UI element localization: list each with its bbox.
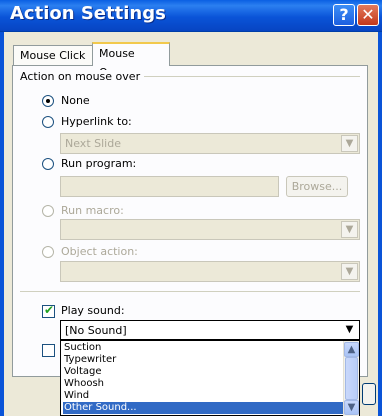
none-label: None [61, 94, 90, 107]
scroll-down-button[interactable]: ▼ [344, 400, 359, 415]
list-item[interactable]: Typewriter [63, 354, 343, 366]
list-item[interactable]: Whoosh [63, 378, 343, 390]
scroll-up-button[interactable]: ▲ [344, 342, 359, 357]
chevron-down-icon: ▼ [341, 322, 358, 339]
sound-select[interactable]: [No Sound] ▼ [60, 320, 360, 340]
hyperlink-label: Hyperlink to: [61, 115, 132, 128]
object-action-radio[interactable] [42, 246, 54, 258]
browse-button[interactable]: Browse... [286, 176, 348, 197]
list-item[interactable]: Wind [63, 390, 343, 402]
highlight-checkbox[interactable] [42, 344, 55, 357]
list-item-selected[interactable]: Other Sound... [63, 402, 343, 414]
window-border-right [378, 32, 382, 416]
object-action-select[interactable]: ▼ [60, 261, 360, 282]
play-sound-label: Play sound: [61, 304, 125, 317]
list-item[interactable]: Voltage [63, 366, 343, 378]
run-program-input[interactable] [60, 176, 279, 197]
help-button[interactable]: ? [333, 4, 355, 26]
none-radio[interactable] [42, 95, 54, 107]
chevron-down-icon: ▼ [341, 135, 358, 152]
section-divider [20, 291, 360, 292]
close-icon: ✕ [361, 5, 375, 24]
cancel-button-partial[interactable] [362, 383, 376, 405]
hyperlink-radio[interactable] [42, 116, 54, 128]
hyperlink-value: Next Slide [65, 137, 121, 150]
run-program-radio[interactable] [42, 158, 54, 170]
object-action-label: Object action: [61, 245, 138, 258]
group-label: Action on mouse over [20, 70, 145, 83]
hyperlink-select[interactable]: Next Slide ▼ [60, 133, 360, 154]
list-item[interactable]: Suction [63, 342, 343, 354]
chevron-down-icon: ▼ [341, 221, 358, 238]
chevron-down-icon: ▼ [347, 402, 356, 413]
question-icon: ? [339, 5, 349, 24]
radio-dot-icon [46, 99, 50, 103]
window-border-left [0, 32, 4, 416]
chevron-up-icon: ▲ [347, 344, 356, 355]
play-sound-checkbox[interactable]: ✔ [42, 303, 55, 318]
tab-mouse-over[interactable]: Mouse Over [92, 42, 170, 79]
run-macro-label: Run macro: [61, 204, 124, 217]
run-program-label: Run program: [61, 157, 137, 170]
window-title: Action Settings [10, 3, 166, 24]
checkmark-icon: ✔ [44, 303, 55, 317]
sound-select-value: [No Sound] [65, 324, 127, 337]
run-macro-select[interactable]: ▼ [60, 219, 360, 240]
scroll-thumb[interactable] [345, 357, 358, 400]
tab-mouse-click[interactable]: Mouse Click [13, 45, 93, 65]
sound-dropdown-list[interactable]: Suction Typewriter Voltage Whoosh Wind O… [60, 340, 360, 416]
close-button[interactable]: ✕ [357, 4, 379, 26]
chevron-down-icon: ▼ [341, 263, 358, 280]
run-macro-radio[interactable] [42, 205, 54, 217]
